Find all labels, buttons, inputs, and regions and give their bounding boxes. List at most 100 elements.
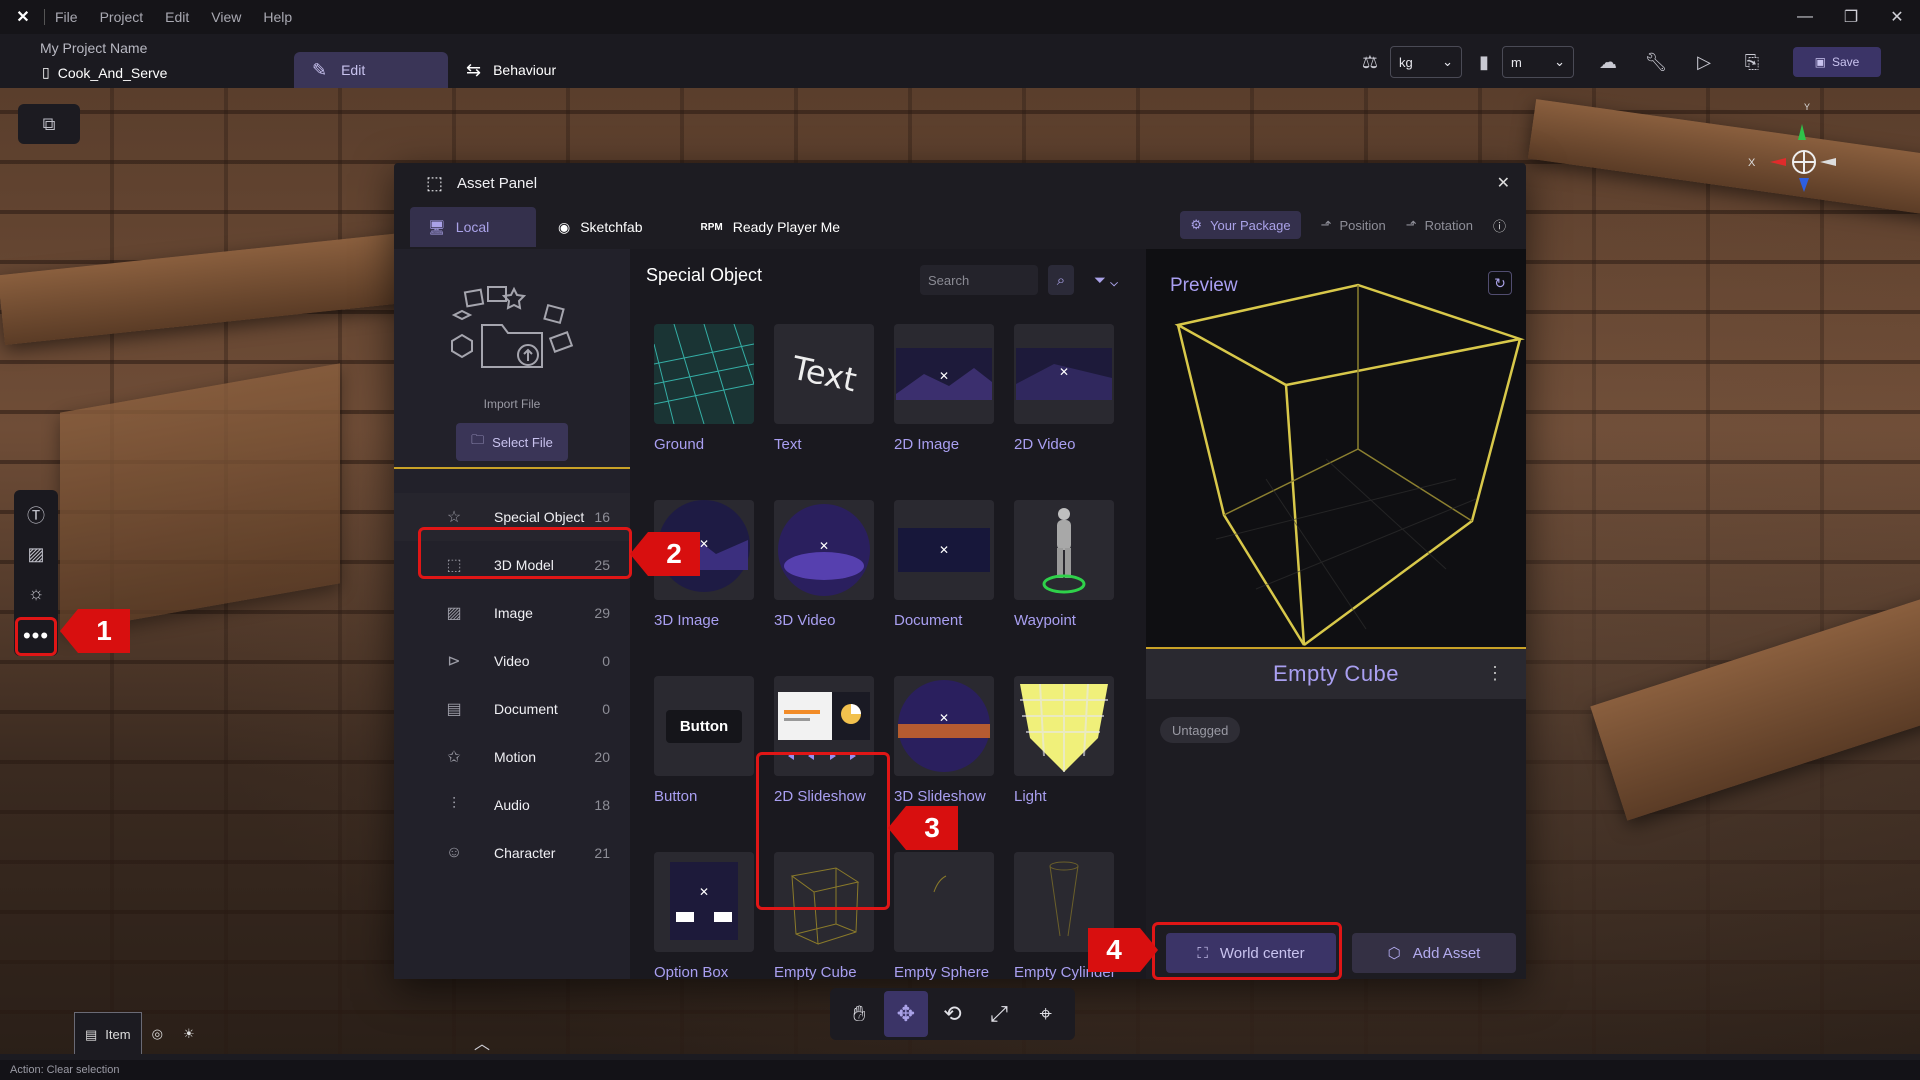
- asset-panel-header: ⬚ Asset Panel: [394, 163, 1526, 203]
- tab-camera[interactable]: ◎: [142, 1012, 173, 1056]
- category-document[interactable]: ▤ Document 0: [394, 685, 630, 733]
- annotation-2: 2: [630, 532, 700, 576]
- asset-2d-video[interactable]: ✕ 2D Video: [1014, 324, 1114, 453]
- light-tool-icon[interactable]: ☼: [18, 577, 54, 611]
- import-area[interactable]: Import File 🗀 Select File: [394, 249, 630, 469]
- asset-3d-video[interactable]: ✕ 3D Video: [774, 500, 874, 629]
- import-illustration-icon: [451, 286, 574, 368]
- scale-tool-icon[interactable]: ⤢: [977, 991, 1021, 1037]
- monitor-icon: 🖥︎: [428, 218, 446, 235]
- chevron-down-icon: ⌄: [1442, 54, 1453, 69]
- category-count: 0: [602, 701, 610, 717]
- tab-item[interactable]: ▤ Item: [74, 1012, 142, 1056]
- option-box-thumbnail: ✕: [654, 852, 754, 952]
- filter-icon[interactable]: ⏷ ⌄: [1086, 265, 1126, 295]
- save-button[interactable]: ▣ Save: [1793, 47, 1881, 77]
- asset-light[interactable]: Light: [1014, 676, 1114, 805]
- asset-3d-slideshow[interactable]: ✕ 3D Slideshow: [894, 676, 994, 805]
- rotation-label: Rotation: [1424, 217, 1473, 233]
- tag-badge[interactable]: Untagged: [1160, 717, 1241, 743]
- asset-waypoint[interactable]: Waypoint: [1014, 500, 1114, 629]
- folder-icon: 🗀: [471, 432, 485, 447]
- title-separator: [44, 9, 45, 25]
- image-tool-icon[interactable]: ▨: [18, 538, 54, 572]
- gizmo-x-label: X: [1748, 157, 1756, 169]
- text-tool-icon[interactable]: Ⓣ: [18, 498, 54, 532]
- svg-text:✕: ✕: [819, 539, 829, 553]
- menu-edit[interactable]: Edit: [165, 9, 189, 25]
- play-icon[interactable]: ▷: [1690, 48, 1718, 76]
- category-video[interactable]: ⊳ Video 0: [394, 637, 630, 685]
- more-options-button[interactable]: •••: [15, 616, 57, 656]
- mass-unit-select[interactable]: kg ⌄: [1390, 46, 1462, 78]
- scene-selector[interactable]: ▯ Cook_And_Serve: [42, 64, 167, 81]
- asset-document[interactable]: ✕ Document: [894, 500, 994, 629]
- search-icon[interactable]: ⌕: [1048, 265, 1074, 295]
- category-image[interactable]: ▨ Image 29: [394, 589, 630, 637]
- tab-behaviour[interactable]: ⇆ Behaviour: [466, 52, 556, 88]
- asset-2d-image[interactable]: ✕ 2D Image: [894, 324, 994, 453]
- move-tool-icon[interactable]: ✥: [883, 991, 928, 1037]
- more-dots-icon: •••: [22, 623, 50, 649]
- category-motion[interactable]: ✩ Motion 20: [394, 733, 630, 781]
- asset-empty-sphere[interactable]: Empty Sphere: [894, 852, 994, 981]
- cloud-icon[interactable]: ☁: [1594, 48, 1622, 76]
- category-character[interactable]: ☺ Character 21: [394, 829, 630, 877]
- menu-project[interactable]: Project: [100, 9, 144, 25]
- rotation-toggle[interactable]: ⬏ Rotation: [1406, 217, 1473, 233]
- layers-button[interactable]: ⧉: [18, 104, 80, 144]
- close-window-icon[interactable]: ✕: [1874, 0, 1920, 34]
- preview-panel: Preview ↻ Empty Cube ⋮ Untagged ⛶ World …: [1146, 249, 1526, 979]
- category-label: Document: [494, 701, 558, 717]
- transform-toolbar: ✋︎ ✥ ⟲ ⤢ ⌖: [830, 988, 1075, 1040]
- hand-pan-icon[interactable]: ✋︎: [837, 991, 881, 1037]
- menu-file[interactable]: File: [55, 9, 78, 25]
- tab-local[interactable]: 🖥︎ Local: [410, 207, 536, 247]
- asset-label: Ground: [654, 436, 705, 453]
- asset-label: 3D Video: [774, 612, 836, 629]
- length-unit-select[interactable]: m ⌄: [1502, 46, 1574, 78]
- audio-wave-icon: ⫶: [451, 796, 456, 813]
- asset-option-box[interactable]: ✕ Option Box: [654, 852, 754, 981]
- tab-sketchfab[interactable]: ◉ Sketchfab: [536, 207, 660, 247]
- reset-view-icon[interactable]: ↻: [1488, 271, 1512, 295]
- minimize-icon[interactable]: —: [1782, 0, 1828, 34]
- orientation-gizmo[interactable]: Y X: [1748, 100, 1838, 200]
- crosshair-tool-icon[interactable]: ⌖: [1024, 991, 1068, 1037]
- category-count: 20: [594, 749, 610, 765]
- your-package-button[interactable]: ⚙ Your Package: [1180, 211, 1301, 239]
- layers-icon: ⧉: [42, 113, 56, 134]
- tab-ready-player-me[interactable]: RPM Ready Player Me: [660, 207, 858, 247]
- chevron-up-icon[interactable]: ︿: [474, 1030, 490, 1054]
- wrench-icon[interactable]: 🔧︎: [1642, 48, 1670, 76]
- publish-icon[interactable]: ⎘: [1738, 48, 1766, 76]
- package-gear-icon: ⚙: [1190, 217, 1203, 232]
- asset-panel-title: Asset Panel: [457, 174, 538, 192]
- asset-ground[interactable]: Ground: [654, 324, 754, 453]
- select-file-button[interactable]: 🗀 Select File: [456, 423, 568, 461]
- search-input[interactable]: Search: [920, 265, 1038, 295]
- asset-label: Empty Sphere: [894, 964, 990, 981]
- add-asset-button[interactable]: ⬡ Add Asset: [1352, 933, 1516, 973]
- menu-view[interactable]: View: [211, 9, 241, 25]
- close-icon[interactable]: ✕: [1497, 173, 1510, 193]
- position-toggle[interactable]: ⬏ Position: [1321, 217, 1386, 233]
- restore-icon[interactable]: ❐: [1828, 0, 1874, 34]
- category-label: Image: [494, 605, 533, 621]
- save-disk-icon: ▣: [1814, 55, 1826, 69]
- edit-pencil-icon: ✎: [312, 59, 328, 80]
- tab-environment[interactable]: ☀: [173, 1012, 205, 1056]
- chevron-down-icon: ⌄: [1554, 54, 1565, 69]
- tab-edit[interactable]: ✎ Edit: [294, 52, 448, 88]
- bottom-tabs: ▤ Item ◎ ☀: [74, 1010, 205, 1056]
- svg-text:✕: ✕: [939, 369, 949, 383]
- asset-text[interactable]: Text Text: [774, 324, 874, 453]
- category-audio[interactable]: ⫶ Audio 18: [394, 781, 630, 829]
- kebab-menu-icon[interactable]: ⋮: [1486, 663, 1504, 684]
- info-icon[interactable]: ⓘ: [1493, 216, 1506, 235]
- preview-viewport[interactable]: Preview ↻: [1146, 249, 1526, 647]
- menu-help[interactable]: Help: [263, 9, 292, 25]
- behaviour-flow-icon: ⇆: [466, 59, 482, 80]
- asset-button[interactable]: Button Button: [654, 676, 754, 805]
- rotate-tool-icon[interactable]: ⟲: [930, 991, 974, 1037]
